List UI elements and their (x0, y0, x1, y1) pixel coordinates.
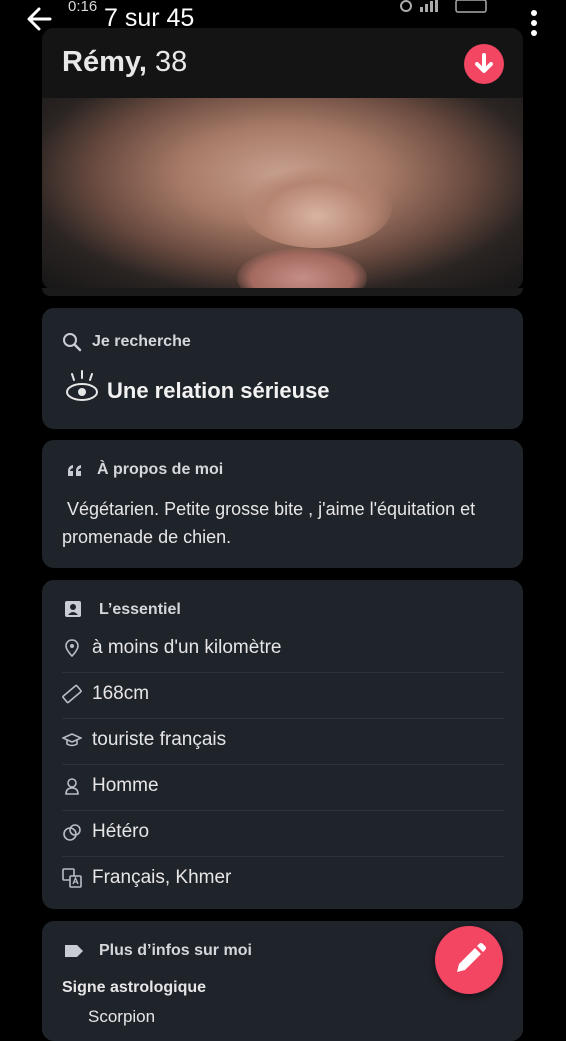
essential-education: touriste français (62, 718, 504, 765)
essential-languages-text: Français, Khmer (92, 867, 232, 888)
essential-distance-text: à moins d'un kilomètre (92, 637, 282, 658)
arrow-down-icon (475, 53, 493, 73)
essential-orientation: Hétéro (62, 810, 504, 857)
essentials-title: L’essentiel (99, 601, 181, 618)
ruler-icon (62, 684, 82, 704)
tag-icon (65, 945, 83, 957)
profile-photo[interactable] (42, 98, 523, 290)
more-menu-button[interactable] (522, 4, 546, 38)
essential-orientation-text: Hétéro (92, 821, 150, 842)
profile-photo-card[interactable]: Rémy, 38 (42, 28, 523, 290)
photo-nose (242, 168, 392, 248)
collapse-profile-button[interactable] (464, 44, 504, 84)
looking-for-title: Je recherche (92, 333, 191, 350)
translate-icon (62, 868, 82, 888)
gender-icon (63, 824, 81, 841)
name-text: Rémy, (62, 46, 147, 78)
pencil-icon (457, 943, 486, 972)
quote-icon (68, 465, 81, 476)
looking-for-value: Une relation sérieuse (107, 378, 330, 403)
essential-education-text: touriste français (92, 729, 227, 750)
edit-fab-button[interactable] (435, 926, 503, 994)
search-icon (63, 333, 82, 352)
about-text: Végétarien. Petite grosse bite , j'aime … (62, 495, 512, 551)
location-pin-icon (65, 639, 79, 658)
essential-gender: Homme (62, 764, 504, 811)
essential-height: 168cm (62, 672, 504, 719)
about-card: À propos de moi Végétarien. Petite gross… (42, 440, 523, 568)
about-title: À propos de moi (97, 461, 224, 478)
about-text-content: Végétarien. Petite grosse bite , j'aime … (62, 499, 476, 547)
photo-bottom-strip (42, 288, 523, 296)
more-info-title: Plus d’infos sur moi (99, 942, 252, 959)
photo-lips (237, 248, 367, 290)
essential-languages: Français, Khmer (62, 856, 504, 902)
zodiac-value: Scorpion (88, 1007, 156, 1026)
profile-name: Rémy, 38 (62, 46, 187, 79)
profile-card-icon (65, 601, 81, 617)
zodiac-label: Signe astrologique (62, 979, 207, 996)
essential-height-text: 168cm (92, 683, 150, 704)
essential-gender-text: Homme (92, 775, 159, 796)
looking-for-card: Je recherche Une relation sérieuse (42, 308, 523, 429)
graduation-cap-icon (62, 733, 82, 747)
person-icon (65, 778, 79, 795)
more-vertical-icon (531, 10, 537, 36)
essentials-card: L’essentiel à moins d'un kilomètre 168cm… (42, 580, 523, 909)
essential-distance: à moins d'un kilomètre (62, 626, 504, 673)
age-text: 38 (154, 46, 188, 78)
profile-header: Rémy, 38 (42, 28, 523, 98)
eyes-icon (66, 370, 98, 401)
